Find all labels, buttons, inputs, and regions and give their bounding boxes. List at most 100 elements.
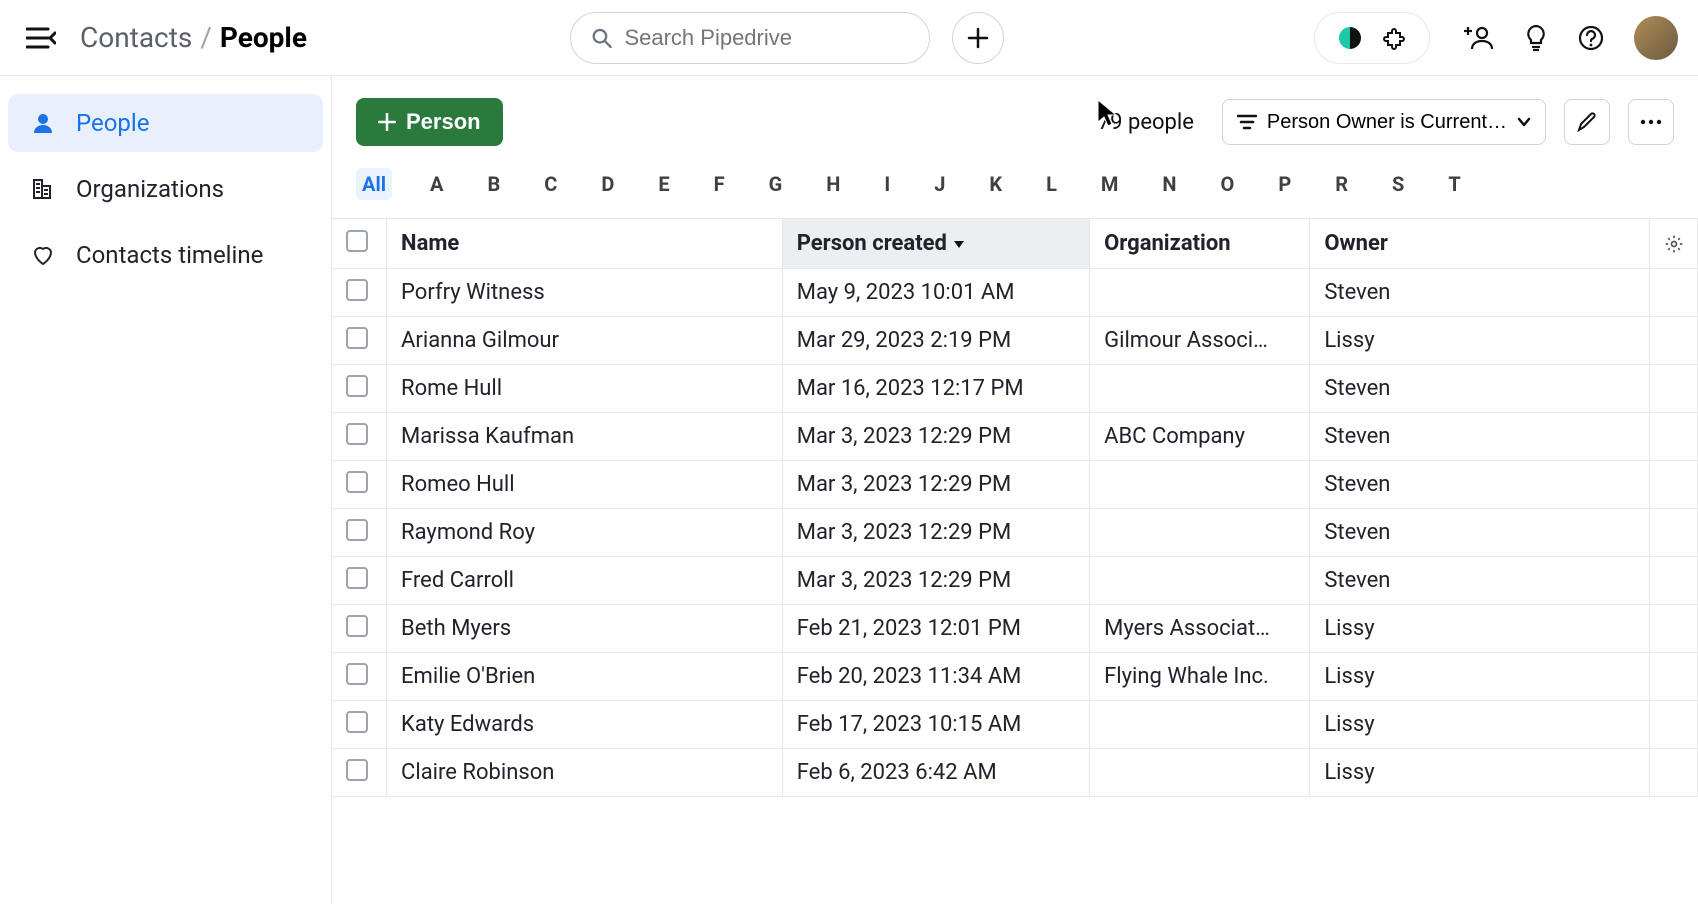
cell-name[interactable]: Beth Myers [387,605,783,653]
alpha-filter-d[interactable]: D [595,168,620,200]
cell-organization[interactable] [1090,461,1310,509]
cell-organization[interactable] [1090,557,1310,605]
cell-name[interactable]: Romeo Hull [387,461,783,509]
cell-organization[interactable] [1090,509,1310,557]
sidebar-item-organizations[interactable]: Organizations [8,160,323,218]
alpha-filter-b[interactable]: B [481,168,506,200]
sidebar: People Organizations Contacts timeline [0,76,332,904]
column-header-owner[interactable]: Owner [1310,219,1649,269]
alpha-filter-f[interactable]: F [708,168,731,200]
breadcrumb-section[interactable]: Contacts [80,21,192,54]
row-checkbox-cell[interactable] [332,653,387,701]
row-checkbox-cell[interactable] [332,413,387,461]
row-checkbox-cell[interactable] [332,365,387,413]
alpha-filter-g[interactable]: G [763,168,789,200]
table-row[interactable]: Claire RobinsonFeb 6, 2023 6:42 AMLissy [332,749,1698,797]
global-search[interactable] [570,12,930,64]
cell-organization[interactable]: ABC Company [1090,413,1310,461]
alpha-filter-s[interactable]: S [1386,168,1410,200]
cell-name[interactable]: Porfry Witness [387,269,783,317]
alpha-filter-c[interactable]: C [538,168,563,200]
invite-people-icon[interactable] [1464,25,1494,51]
cell-owner[interactable]: Steven [1310,509,1649,557]
alpha-filter-all[interactable]: All [356,168,392,200]
cell-organization[interactable] [1090,365,1310,413]
row-checkbox-cell[interactable] [332,461,387,509]
avatar[interactable] [1634,16,1678,60]
alpha-filter-j[interactable]: J [928,168,951,200]
alpha-filter-r[interactable]: R [1329,168,1354,200]
cell-owner[interactable]: Lissy [1310,749,1649,797]
table-row[interactable]: Romeo HullMar 3, 2023 12:29 PMSteven [332,461,1698,509]
filter-button[interactable]: Person Owner is Current… [1222,99,1546,145]
sidebar-item-contacts-timeline[interactable]: Contacts timeline [8,226,323,284]
table-row[interactable]: Katy EdwardsFeb 17, 2023 10:15 AMLissy [332,701,1698,749]
table-row[interactable]: Arianna GilmourMar 29, 2023 2:19 PMGilmo… [332,317,1698,365]
cell-name[interactable]: Marissa Kaufman [387,413,783,461]
column-header-created[interactable]: Person created [783,219,1090,269]
cell-name[interactable]: Claire Robinson [387,749,783,797]
lightbulb-icon[interactable] [1524,24,1548,52]
row-checkbox-cell[interactable] [332,605,387,653]
cell-organization[interactable]: Gilmour Associ… [1090,317,1310,365]
table-row[interactable]: Emilie O'BrienFeb 20, 2023 11:34 AMFlyin… [332,653,1698,701]
alpha-filter-e[interactable]: E [652,168,675,200]
select-all-header[interactable] [332,219,387,269]
row-checkbox-cell[interactable] [332,317,387,365]
help-icon[interactable] [1578,25,1604,51]
sidebar-item-people[interactable]: People [8,94,323,152]
add-person-button[interactable]: Person [356,98,503,146]
cell-name[interactable]: Arianna Gilmour [387,317,783,365]
cell-name[interactable]: Emilie O'Brien [387,653,783,701]
table-row[interactable]: Raymond RoyMar 3, 2023 12:29 PMSteven [332,509,1698,557]
cell-owner[interactable]: Lissy [1310,605,1649,653]
column-header-name[interactable]: Name [387,219,783,269]
edit-columns-button[interactable] [1564,99,1610,145]
row-checkbox-cell[interactable] [332,269,387,317]
row-checkbox-cell[interactable] [332,701,387,749]
collapse-nav-button[interactable] [20,20,62,56]
row-checkbox-cell[interactable] [332,509,387,557]
table-row[interactable]: Rome HullMar 16, 2023 12:17 PMSteven [332,365,1698,413]
cell-owner[interactable]: Steven [1310,461,1649,509]
cell-organization[interactable]: Flying Whale Inc. [1090,653,1310,701]
cell-owner[interactable]: Steven [1310,413,1649,461]
alpha-filter-i[interactable]: I [878,168,896,200]
cell-name[interactable]: Rome Hull [387,365,783,413]
cell-created: Mar 3, 2023 12:29 PM [783,413,1090,461]
alpha-filter-h[interactable]: H [820,168,846,200]
alpha-filter-t[interactable]: T [1442,168,1466,200]
table-row[interactable]: Fred CarrollMar 3, 2023 12:29 PMSteven [332,557,1698,605]
more-actions-button[interactable] [1628,99,1674,145]
alpha-filter-p[interactable]: P [1272,168,1297,200]
cell-organization[interactable] [1090,269,1310,317]
cell-owner[interactable]: Lissy [1310,653,1649,701]
cell-owner[interactable]: Steven [1310,269,1649,317]
row-checkbox-cell[interactable] [332,557,387,605]
quick-add-button[interactable] [952,12,1004,64]
cell-owner[interactable]: Steven [1310,557,1649,605]
cell-name[interactable]: Raymond Roy [387,509,783,557]
cell-name[interactable]: Fred Carroll [387,557,783,605]
alpha-filter-l[interactable]: L [1040,168,1063,200]
search-input[interactable] [624,25,909,51]
table-settings-header[interactable] [1650,219,1698,269]
cell-owner[interactable]: Lissy [1310,701,1649,749]
cell-name[interactable]: Katy Edwards [387,701,783,749]
cell-organization[interactable] [1090,749,1310,797]
alpha-filter-k[interactable]: K [983,168,1008,200]
cell-owner[interactable]: Steven [1310,365,1649,413]
cell-organization[interactable] [1090,701,1310,749]
alpha-filter-m[interactable]: M [1095,168,1125,200]
alpha-filter-o[interactable]: O [1215,168,1241,200]
column-header-organization[interactable]: Organization [1090,219,1310,269]
table-row[interactable]: Porfry WitnessMay 9, 2023 10:01 AMSteven [332,269,1698,317]
assistant-pill[interactable] [1314,12,1430,64]
cell-organization[interactable]: Myers Associat… [1090,605,1310,653]
row-checkbox-cell[interactable] [332,749,387,797]
alpha-filter-n[interactable]: N [1156,168,1182,200]
cell-owner[interactable]: Lissy [1310,317,1649,365]
table-row[interactable]: Marissa KaufmanMar 3, 2023 12:29 PMABC C… [332,413,1698,461]
alpha-filter-a[interactable]: A [424,168,449,200]
table-row[interactable]: Beth MyersFeb 21, 2023 12:01 PMMyers Ass… [332,605,1698,653]
